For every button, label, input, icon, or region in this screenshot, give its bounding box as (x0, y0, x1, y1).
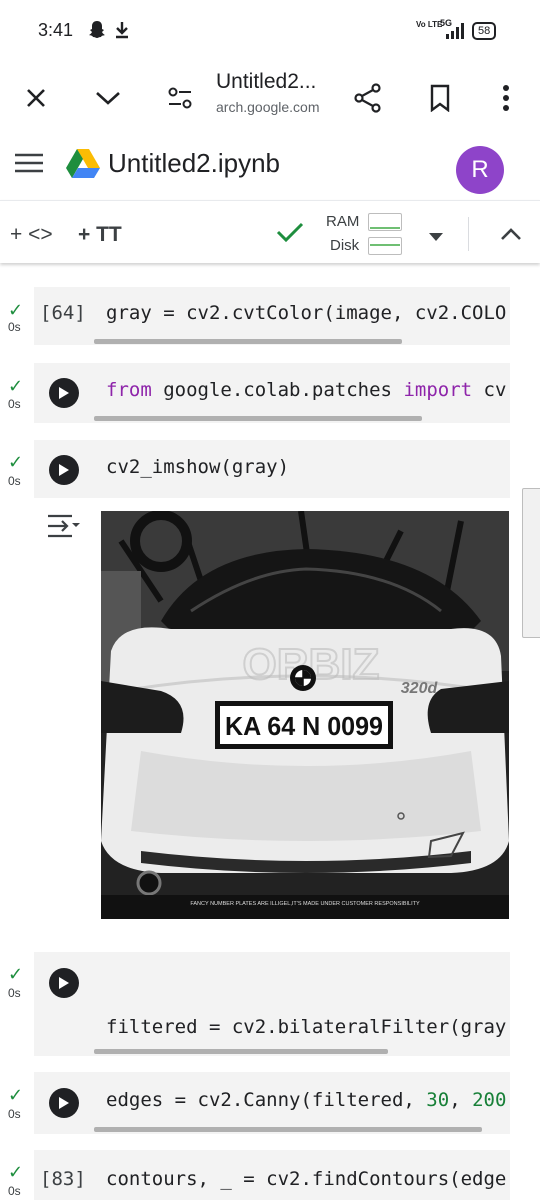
cell-exec-time: 0s (8, 986, 21, 1000)
run-cell-button[interactable] (49, 1088, 79, 1118)
code-cell[interactable]: filtered = cv2.bilateralFilter(gray (34, 952, 510, 1056)
cell-status-check-icon: ✓ (8, 1162, 24, 1182)
disk-label: Disk (330, 237, 360, 254)
google-drive-icon (66, 148, 100, 183)
cell-status-check-icon: ✓ (8, 964, 24, 984)
code-threshold-high: 200 (472, 1089, 507, 1111)
cell-code[interactable]: contours, _ = cv2.findContours(edge (106, 1168, 510, 1190)
license-plate-text: KA 64 N 0099 (225, 711, 383, 741)
add-code-button[interactable]: + <> (10, 223, 53, 247)
page-settings-icon[interactable] (158, 76, 202, 120)
url-text: arch.google.com (216, 99, 320, 115)
ram-label: RAM (326, 213, 360, 230)
volte-indicator: Vo LTE (416, 20, 443, 29)
code-module: google.colab.patches (151, 379, 404, 401)
cell-exec-time: 0s (8, 397, 21, 411)
code-keyword-from: from (106, 379, 152, 401)
bookmark-icon[interactable] (418, 76, 462, 120)
code-canny-call: edges = cv2.Canny(filtered, (106, 1089, 427, 1111)
notebook-scrollbar[interactable] (522, 488, 540, 638)
cell-exec-time: 0s (8, 474, 21, 488)
avatar[interactable]: R (456, 146, 504, 194)
cell-exec-time: 0s (8, 1184, 21, 1198)
page-title: Untitled2... (216, 70, 317, 93)
toolbar-divider (468, 217, 469, 251)
menu-icon[interactable] (14, 152, 44, 179)
signal-icon (444, 22, 468, 45)
notebook-name[interactable]: Untitled2.ipynb (108, 148, 280, 179)
code-separator: , (449, 1089, 473, 1111)
add-text-button[interactable]: + TT (78, 223, 122, 247)
cell-status-check-icon: ✓ (8, 300, 24, 320)
snapchat-icon (88, 20, 106, 45)
code-threshold-low: 30 (426, 1089, 450, 1111)
code-cell[interactable]: edges = cv2.Canny(filtered, 30, 200 (34, 1072, 510, 1134)
share-icon[interactable] (346, 76, 390, 120)
exec-count: [64] (40, 302, 86, 324)
cell-code[interactable]: gray = cv2.cvtColor(image, cv2.COLO (106, 302, 510, 324)
code-import-name: cv (472, 379, 507, 401)
disclaimer-text: FANCY NUMBER PLATES ARE ILLIGEL,IT'S MAD… (190, 901, 420, 907)
exec-count: [83] (40, 1168, 86, 1190)
code-keyword-import: import (403, 379, 473, 401)
colab-header: Untitled2.ipynb R (0, 138, 540, 200)
model-badge: 320d (401, 680, 439, 697)
cell-hscroll[interactable] (94, 339, 402, 344)
cell-hscroll[interactable] (94, 416, 422, 421)
cell-hscroll[interactable] (94, 1127, 482, 1132)
cell-hscroll[interactable] (94, 1049, 388, 1054)
connected-check-icon (276, 221, 304, 248)
code-cell[interactable]: [64] gray = cv2.cvtColor(image, cv2.COLO (34, 287, 510, 345)
more-options-icon[interactable] (484, 76, 528, 120)
close-icon[interactable] (14, 76, 58, 120)
chevron-up-icon[interactable] (500, 227, 522, 246)
cell-exec-time: 0s (8, 320, 21, 334)
cell-status-check-icon: ✓ (8, 376, 24, 396)
ram-meter[interactable] (368, 213, 402, 231)
cell-status-check-icon: ✓ (8, 1085, 24, 1105)
battery-indicator: 58 (472, 22, 497, 40)
cell-code[interactable]: filtered = cv2.bilateralFilter(gray (106, 1016, 510, 1038)
output-image: ORBIZ 320d KA 64 N 0099 FANCY NUMBER PLA… (101, 511, 509, 919)
cell-code[interactable]: cv2_imshow(gray) (106, 456, 510, 478)
disk-meter[interactable] (368, 237, 402, 255)
run-cell-button[interactable] (49, 455, 79, 485)
run-cell-button[interactable] (49, 378, 79, 408)
resources-dropdown-icon[interactable] (428, 229, 444, 247)
notebook-toolbar: + <> + TT RAM Disk (0, 200, 540, 263)
code-cell[interactable]: from google.colab.patches import cv (34, 363, 510, 423)
output-actions-icon[interactable] (46, 512, 80, 545)
cell-code[interactable]: from google.colab.patches import cv (106, 379, 510, 401)
status-bar: 3:41 Vo LTE 5G 58 (0, 0, 540, 60)
cell-exec-time: 0s (8, 1107, 21, 1121)
cell-status-check-icon: ✓ (8, 452, 24, 472)
browser-toolbar: Untitled2... arch.google.com (0, 60, 540, 139)
download-icon (114, 20, 130, 45)
tab-title-block[interactable]: Untitled2... arch.google.com (216, 70, 342, 115)
chevron-down-icon[interactable] (86, 76, 130, 120)
code-cell[interactable]: cv2_imshow(gray) (34, 440, 510, 498)
status-time: 3:41 (38, 20, 74, 40)
run-cell-button[interactable] (49, 968, 79, 998)
cell-code[interactable]: edges = cv2.Canny(filtered, 30, 200 (106, 1089, 510, 1111)
code-cell[interactable]: [83] contours, _ = cv2.findContours(edge (34, 1150, 510, 1200)
